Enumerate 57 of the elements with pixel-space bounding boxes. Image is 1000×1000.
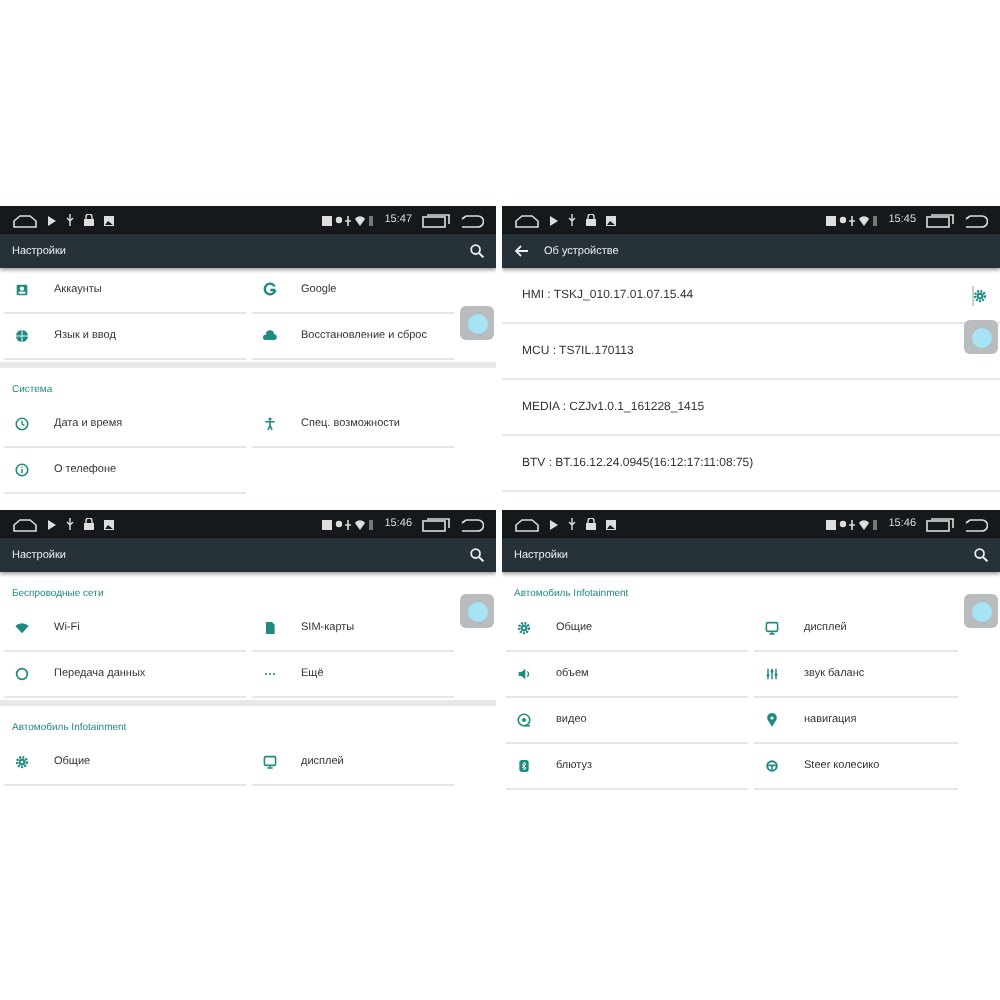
image-icon <box>104 519 114 529</box>
usb-icon <box>66 214 74 226</box>
recents-icon[interactable] <box>926 213 954 227</box>
image-icon <box>606 215 616 225</box>
search-icon[interactable] <box>470 548 484 562</box>
usb-icon <box>568 214 576 226</box>
bluetooth-icon <box>516 758 532 774</box>
wifi-icon <box>14 620 30 636</box>
play-icon <box>48 519 56 529</box>
google-icon <box>261 282 277 298</box>
home-icon[interactable] <box>514 213 540 227</box>
play-icon <box>550 519 558 529</box>
recents-icon[interactable] <box>926 517 954 531</box>
cloud-icon <box>261 328 277 344</box>
monitor-icon <box>764 620 780 636</box>
film-reel-icon <box>516 712 532 728</box>
back-icon[interactable] <box>964 517 988 531</box>
location-pin-icon <box>764 712 780 728</box>
monitor-icon <box>261 754 277 770</box>
usb-icon <box>66 518 74 530</box>
steering-wheel-icon <box>764 758 780 774</box>
notification-icons <box>322 215 375 225</box>
figure-icon <box>261 416 277 432</box>
lock-icon <box>586 518 596 530</box>
home-icon[interactable] <box>12 517 38 531</box>
clock-icon <box>14 416 30 432</box>
lock-icon <box>586 214 596 226</box>
play-icon <box>48 215 56 225</box>
back-icon[interactable] <box>460 213 484 227</box>
circle-icon <box>14 666 30 682</box>
notification-icons <box>826 215 879 225</box>
search-icon[interactable] <box>470 244 484 258</box>
home-icon[interactable] <box>514 517 540 531</box>
lock-icon <box>84 518 94 530</box>
notification-icons <box>826 519 879 529</box>
back-arrow-icon[interactable] <box>514 244 528 258</box>
back-icon[interactable] <box>460 517 484 531</box>
play-icon <box>550 215 558 225</box>
speaker-icon <box>516 666 532 682</box>
notification-icons <box>322 519 375 529</box>
search-icon[interactable] <box>974 548 988 562</box>
settings-icon[interactable] <box>972 288 988 304</box>
gear-icon <box>14 754 30 770</box>
info-icon <box>14 462 30 478</box>
recents-icon[interactable] <box>422 213 450 227</box>
person-icon <box>14 282 30 298</box>
back-icon[interactable] <box>964 213 988 227</box>
globe-icon <box>14 328 30 344</box>
home-icon[interactable] <box>12 213 38 227</box>
sim-card-icon <box>261 620 277 636</box>
gear-icon <box>516 620 532 636</box>
recents-icon[interactable] <box>422 517 450 531</box>
usb-icon <box>568 518 576 530</box>
image-icon <box>104 215 114 225</box>
sliders-icon <box>764 666 780 682</box>
image-icon <box>606 519 616 529</box>
lock-icon <box>84 214 94 226</box>
